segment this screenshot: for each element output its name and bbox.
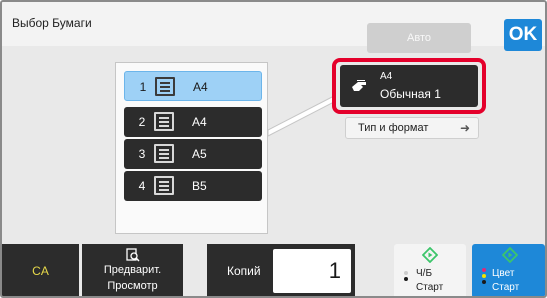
tray-item-3[interactable]: 3 A5 — [124, 139, 262, 169]
paper-info-button[interactable]: A4 Обычная 1 — [340, 65, 478, 107]
tray-number: 2 — [138, 115, 146, 129]
paper-tray-icon — [155, 77, 175, 96]
bw-start-label: Старт — [416, 282, 444, 293]
paper-select-screen: Выбор Бумаги Авто OK 1 A4 2 A4 3 A5 4 B5 — [0, 0, 547, 298]
tray-item-2[interactable]: 2 A4 — [124, 107, 262, 137]
copies-control: Копий 1 — [207, 244, 355, 296]
start-diamond-icon — [422, 247, 438, 263]
preview-label-line2: Просмотр — [107, 280, 158, 292]
copies-input[interactable]: 1 — [273, 249, 351, 293]
tray-paper-size: A4 — [192, 115, 207, 129]
color-start-button[interactable]: Цвет Старт — [472, 244, 545, 296]
tray-item-4[interactable]: 4 B5 — [124, 171, 262, 201]
right-arrow-icon: ➜ — [459, 121, 470, 135]
tray-paper-size: B5 — [192, 179, 207, 193]
color-toner-dots-icon — [482, 268, 487, 286]
paper-tray-icon — [154, 112, 174, 131]
paper-type-label: Обычная 1 — [380, 87, 441, 101]
bw-toner-dots-icon — [404, 271, 409, 283]
preview-label-line1: Предварит. — [103, 264, 162, 276]
tray-item-1[interactable]: 1 A4 — [124, 71, 262, 101]
header-bar: Выбор Бумаги Авто OK — [2, 2, 545, 53]
clear-all-button[interactable]: CA — [2, 244, 79, 296]
copies-label: Копий — [227, 264, 261, 278]
preview-button[interactable]: Предварит. Просмотр — [82, 244, 183, 296]
ok-button[interactable]: OK — [504, 19, 542, 51]
bottom-bar: CA Предварит. Просмотр Копий 1 Ч/Б Старт… — [2, 244, 545, 296]
color-start-label: Старт — [492, 282, 520, 293]
paper-size-label: A4 — [380, 71, 393, 82]
bw-start-button[interactable]: Ч/Б Старт — [394, 244, 466, 296]
color-label: Цвет — [492, 268, 515, 279]
page-title: Выбор Бумаги — [12, 16, 92, 30]
paper-tray-icon — [154, 176, 174, 195]
tray-number: 4 — [138, 179, 146, 193]
type-and-size-label: Тип и формат — [358, 122, 429, 134]
paper-tray-icon — [154, 144, 174, 163]
auto-button[interactable]: Авто — [367, 23, 471, 53]
bw-label: Ч/Б — [416, 268, 433, 279]
type-and-size-button[interactable]: Тип и формат ➜ — [345, 117, 479, 139]
tray-paper-size: A4 — [193, 80, 208, 94]
tray-number: 1 — [139, 80, 147, 94]
tray-number: 3 — [138, 147, 146, 161]
preview-magnifier-icon — [126, 248, 140, 262]
start-diamond-icon — [502, 247, 518, 263]
tray-list: 1 A4 2 A4 3 A5 4 B5 — [115, 62, 268, 234]
hand-paper-icon — [352, 80, 366, 91]
tray-paper-size: A5 — [192, 147, 207, 161]
